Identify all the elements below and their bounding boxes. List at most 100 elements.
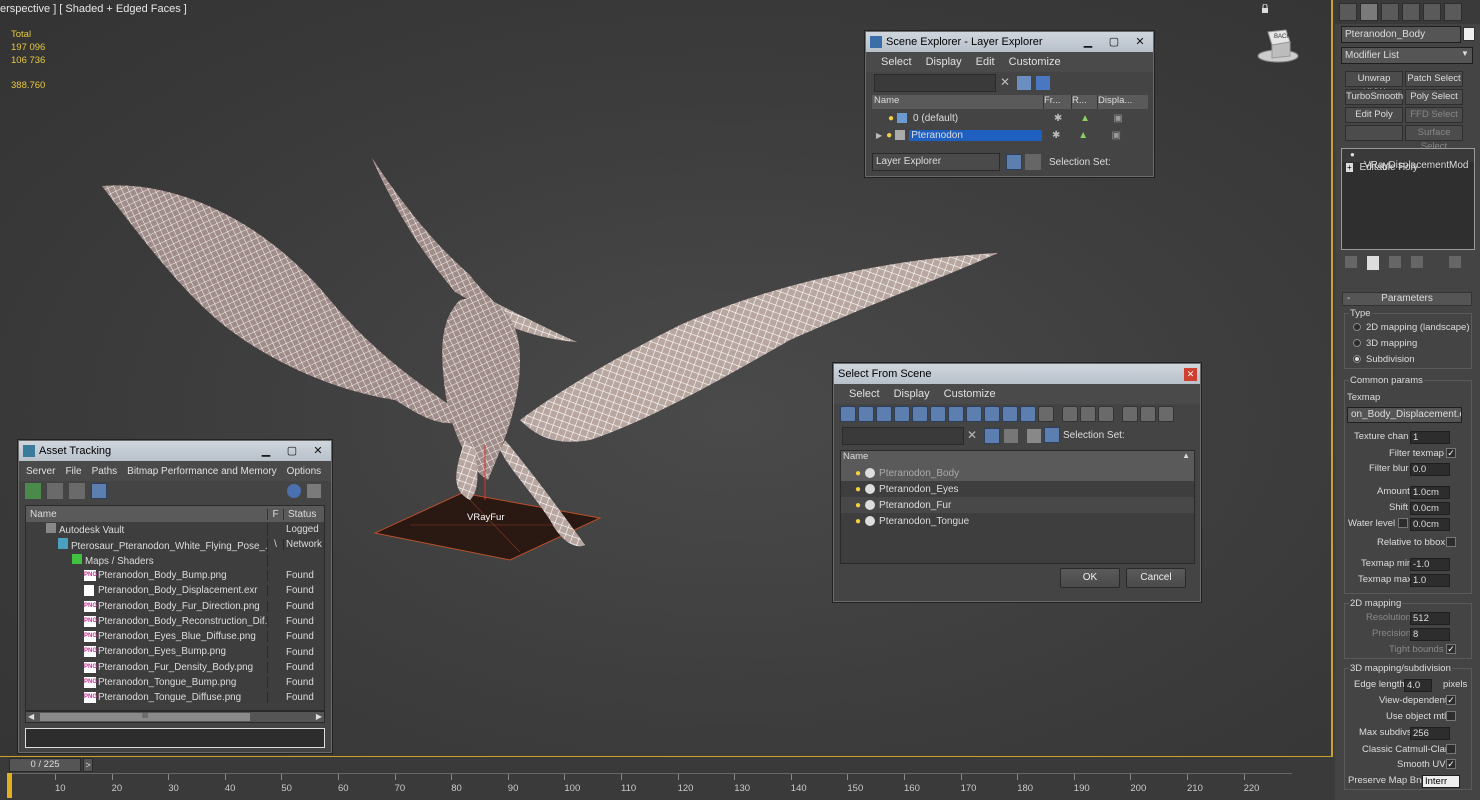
display-box-icon[interactable]: ▣	[1098, 113, 1138, 124]
options-icon[interactable]	[1140, 406, 1156, 422]
scroll-thumb[interactable]: III	[40, 713, 250, 721]
empty-modifier-button[interactable]	[1345, 125, 1403, 141]
create-tab-icon[interactable]	[1339, 3, 1357, 21]
menu-select[interactable]: Select	[844, 388, 885, 400]
layout-icon[interactable]	[1158, 406, 1174, 422]
object-row[interactable]: ● Pteranodon_Tongue	[841, 513, 1194, 529]
menu-options[interactable]: Options	[282, 466, 326, 477]
pin-stack-icon[interactable]	[1345, 256, 1357, 268]
view-dependent-checkbox[interactable]: ✓	[1446, 695, 1456, 705]
refresh-icon[interactable]	[25, 483, 41, 499]
minimize-button[interactable]: ▁	[1075, 34, 1101, 50]
object-name[interactable]: Pteranodon_Tongue	[879, 516, 969, 527]
radio-3d-mapping-label[interactable]: 3D mapping	[1366, 338, 1417, 349]
radio-3d-mapping[interactable]	[1353, 339, 1361, 347]
turbosmooth-button[interactable]: TurboSmooth	[1345, 89, 1403, 105]
make-unique-icon[interactable]	[1389, 256, 1401, 268]
timeline[interactable]: 0 / 225 > 10 20 30 40 50 60 70 80 90 100 110 120 130…	[0, 757, 1333, 800]
col-render[interactable]: R...	[1072, 95, 1098, 109]
relative-bbox-checkbox[interactable]	[1446, 537, 1456, 547]
layer-tool-icon[interactable]	[1017, 76, 1031, 90]
cancel-button[interactable]: Cancel	[1126, 568, 1186, 588]
asset-row[interactable]: PNGPteranodon_Body_Reconstruction_Dif...…	[26, 614, 324, 629]
tight-bounds-checkbox[interactable]: ✓	[1446, 644, 1456, 654]
ffd-select-button[interactable]: FFD Select	[1405, 107, 1463, 123]
col-name[interactable]: Name	[26, 508, 268, 520]
modifier-stack[interactable]: ● VRayDisplacementMod + Editable Poly	[1341, 148, 1475, 250]
filter-geometry-icon[interactable]	[840, 406, 856, 422]
shift-spinner[interactable]: 0.0cm	[1410, 502, 1450, 515]
modify-tab-icon[interactable]	[1360, 3, 1378, 21]
lightbulb-icon[interactable]: ●	[855, 484, 861, 495]
menu-bitmap-performance[interactable]: Bitmap Performance and Memory	[122, 466, 282, 477]
filter-texmap-checkbox[interactable]: ✓	[1446, 448, 1456, 458]
maximize-button[interactable]: ▢	[1101, 34, 1127, 50]
precision-spinner[interactable]: 8	[1410, 628, 1450, 641]
asset-tracking-window[interactable]: Asset Tracking ▁ ▢ ✕ Server File Paths B…	[18, 440, 332, 753]
motion-tab-icon[interactable]	[1402, 3, 1420, 21]
configure-sets-icon[interactable]	[1449, 256, 1461, 268]
render-teapot-icon[interactable]: ▲	[1072, 113, 1098, 124]
col-display[interactable]: Displa...	[1098, 95, 1138, 109]
select-search-input[interactable]	[842, 427, 964, 445]
menu-customize[interactable]: Customize	[939, 388, 1001, 400]
display-box-icon[interactable]: ▣	[1096, 130, 1136, 141]
asset-row[interactable]: PNGPteranodon_Eyes_Bump.png Found	[26, 644, 324, 659]
layers-toggle-icon[interactable]	[1006, 154, 1022, 170]
scroll-left-icon[interactable]: ◀	[28, 712, 34, 721]
object-row[interactable]: ● Pteranodon_Fur	[841, 497, 1194, 513]
asset-row[interactable]: PNGPteranodon_Body_Fur_Direction.png Fou…	[26, 598, 324, 613]
asset-row[interactable]: PNGPteranodon_Eyes_Blue_Diffuse.png Foun…	[26, 629, 324, 644]
lightbulb-icon[interactable]: ●	[855, 516, 861, 527]
col-freeze[interactable]: Fr...	[1044, 95, 1072, 109]
patch-select-button[interactable]: Patch Select	[1405, 71, 1463, 87]
filter-containers-icon[interactable]	[1002, 406, 1018, 422]
asset-row[interactable]: Autodesk Vault Logged	[26, 522, 324, 537]
asset-row[interactable]: PNGPteranodon_Tongue_Diffuse.png Found	[26, 690, 324, 705]
close-button[interactable]: ✕	[1127, 34, 1153, 50]
col-f[interactable]: F	[268, 508, 284, 520]
clear-search-icon[interactable]: ✕	[1000, 75, 1010, 89]
select-invert-icon[interactable]	[1098, 406, 1114, 422]
filter-lights-icon[interactable]	[876, 406, 892, 422]
filter-blur-spinner[interactable]: 0.0	[1410, 463, 1450, 476]
menu-display[interactable]: Display	[921, 56, 967, 68]
asset-table[interactable]: Name F Status Autodesk Vault Logged Pter…	[25, 505, 325, 711]
explorer-type-dropdown[interactable]: Layer Explorer	[872, 153, 1000, 171]
select-all-icon[interactable]	[1062, 406, 1078, 422]
object-list[interactable]: Name ▲ ● Pteranodon_Body ● Pteranodon_Ey…	[840, 450, 1195, 564]
smooth-uvs-checkbox[interactable]: ✓	[1446, 759, 1456, 769]
scene-explorer-window[interactable]: Scene Explorer - Layer Explorer ▁ ▢ ✕ Se…	[865, 31, 1154, 177]
close-button[interactable]: ✕	[1184, 367, 1197, 381]
surface-select-button[interactable]: Surface Select	[1405, 125, 1463, 152]
minimize-button[interactable]: ▁	[253, 443, 279, 459]
layer-name[interactable]: 0 (default)	[913, 113, 1044, 124]
next-frame-button[interactable]: >	[83, 758, 93, 772]
use-object-mtl-checkbox[interactable]	[1446, 711, 1456, 721]
lightbulb-icon[interactable]: ●	[855, 500, 861, 511]
menu-select[interactable]: Select	[876, 56, 917, 68]
menu-display[interactable]: Display	[889, 388, 935, 400]
asset-row[interactable]: PNGPteranodon_Tongue_Bump.png Found	[26, 675, 324, 690]
thumbnail-view-icon[interactable]	[69, 483, 85, 499]
menu-paths[interactable]: Paths	[87, 466, 123, 477]
texmap-button[interactable]: on_Body_Displacement.exr)	[1347, 407, 1462, 423]
filter-helpers-icon[interactable]	[912, 406, 928, 422]
layers-add-icon[interactable]	[1036, 76, 1050, 90]
layers-sort-icon[interactable]	[1027, 429, 1041, 443]
filter-cameras-icon[interactable]	[894, 406, 910, 422]
hierarchy-tab-icon[interactable]	[1381, 3, 1399, 21]
scroll-right-icon[interactable]: ▶	[316, 712, 322, 721]
edit-poly-button[interactable]: Edit Poly	[1345, 107, 1403, 123]
viewcube-icon[interactable]	[1256, 26, 1300, 64]
sort-arrow-icon[interactable]: ▲	[1182, 451, 1190, 465]
list-view-icon[interactable]	[47, 483, 63, 499]
parameters-rollout[interactable]: - Parameters	[1342, 292, 1472, 306]
menu-edit[interactable]: Edit	[971, 56, 1000, 68]
col-status[interactable]: Status	[284, 509, 324, 520]
close-button[interactable]: ✕	[305, 443, 331, 459]
object-row[interactable]: ● Pteranodon_Eyes	[841, 481, 1194, 497]
utilities-tab-icon[interactable]	[1444, 3, 1462, 21]
horizontal-scrollbar[interactable]: ◀ III ▶	[25, 711, 325, 723]
hierarchy-icon[interactable]	[1025, 154, 1041, 170]
